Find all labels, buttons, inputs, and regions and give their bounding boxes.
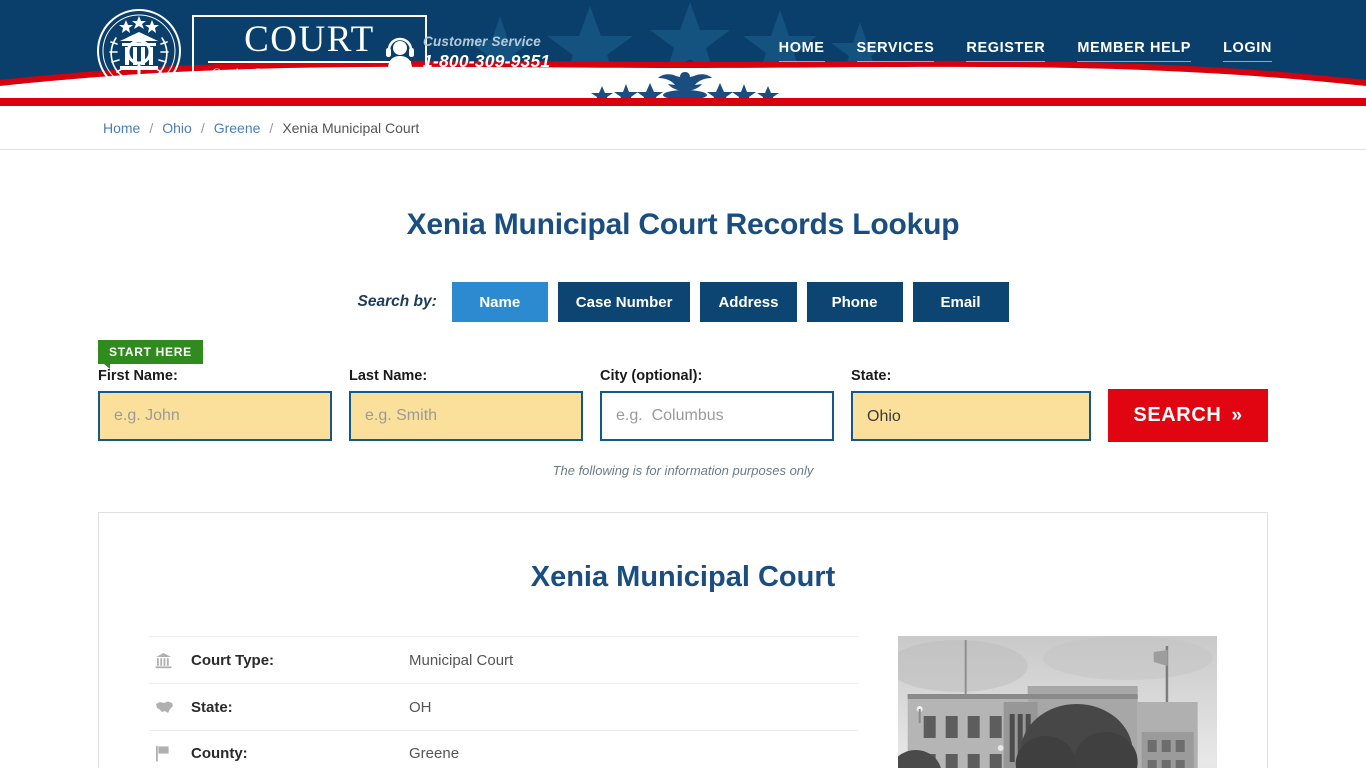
page-title: Xenia Municipal Court Records Lookup <box>0 208 1366 242</box>
first-name-field-group: First Name: <box>98 368 332 441</box>
search-button[interactable]: SEARCH » <box>1108 389 1268 442</box>
tab-phone[interactable]: Phone <box>807 282 903 322</box>
chevron-right-icon: » <box>1231 405 1242 427</box>
us-map-icon <box>155 700 191 715</box>
nav-item-login[interactable]: LOGIN <box>1223 40 1272 62</box>
breadcrumb-separator: / <box>149 120 153 136</box>
nav-item-member-help[interactable]: MEMBER HELP <box>1077 40 1191 62</box>
nav-item-home[interactable]: HOME <box>779 40 825 62</box>
court-info-card: Xenia Municipal Court Court T <box>98 512 1268 768</box>
customer-service-phone[interactable]: 1-800-309-9351 <box>423 51 550 72</box>
detail-row-county: County: Greene <box>149 730 858 768</box>
detail-label-court-type: Court Type: <box>191 652 409 669</box>
state-field-group: State: Ohio <box>851 368 1091 441</box>
breadcrumb-item-current: Xenia Municipal Court <box>282 120 419 136</box>
bank-icon <box>155 652 191 669</box>
detail-label-state: State: <box>191 699 409 716</box>
customer-service-block: Customer Service 1-800-309-9351 <box>386 34 550 72</box>
start-here-badge: START HERE <box>98 340 203 364</box>
breadcrumb-separator: / <box>269 120 273 136</box>
court-card-title: Xenia Municipal Court <box>149 561 1217 594</box>
detail-label-county: County: <box>191 745 409 762</box>
nav-item-register[interactable]: REGISTER <box>966 40 1045 62</box>
search-form: START HERE First Name: Last Name: City (… <box>98 340 1268 441</box>
breadcrumb-item-home[interactable]: Home <box>103 120 140 136</box>
detail-row-state: State: OH <box>149 683 858 730</box>
search-button-label: SEARCH <box>1133 404 1221 427</box>
breadcrumb-item-ohio[interactable]: Ohio <box>162 120 192 136</box>
logo-subtitle: C A S E F I N D E R <box>208 63 411 80</box>
detail-value-state: OH <box>409 699 432 716</box>
site-header: COURT C A S E F I N D E R Customer Servi… <box>0 0 1366 98</box>
city-field-group: City (optional): <box>600 368 834 441</box>
disclaimer-text: The following is for information purpose… <box>0 463 1366 478</box>
search-by-tabs: Search by: Name Case Number Address Phon… <box>0 282 1366 322</box>
first-name-label: First Name: <box>98 368 332 384</box>
logo-title: COURT <box>208 21 411 63</box>
breadcrumb-separator: / <box>201 120 205 136</box>
main-content: Xenia Municipal Court Records Lookup Sea… <box>0 208 1366 768</box>
city-input[interactable] <box>600 391 834 441</box>
breadcrumb-item-greene[interactable]: Greene <box>214 120 261 136</box>
court-building-photo <box>898 636 1217 768</box>
header-red-divider <box>0 98 1366 106</box>
flag-icon <box>155 745 191 762</box>
breadcrumb-bar: Home / Ohio / Greene / Xenia Municipal C… <box>0 106 1366 150</box>
last-name-label: Last Name: <box>349 368 583 384</box>
customer-service-label: Customer Service <box>423 34 550 51</box>
tab-email[interactable]: Email <box>913 282 1009 322</box>
detail-value-county: Greene <box>409 745 459 762</box>
first-name-input[interactable] <box>98 391 332 441</box>
eagle-emblem-icon <box>590 70 780 98</box>
site-logo[interactable]: COURT C A S E F I N D E R <box>96 8 427 94</box>
tab-name[interactable]: Name <box>452 282 548 322</box>
state-label: State: <box>851 368 1091 384</box>
search-by-label: Search by: <box>358 293 437 311</box>
last-name-input[interactable] <box>349 391 583 441</box>
headset-support-icon <box>386 37 414 69</box>
detail-value-court-type: Municipal Court <box>409 652 513 669</box>
tab-address[interactable]: Address <box>700 282 796 322</box>
detail-row-court-type: Court Type: Municipal Court <box>149 636 858 683</box>
court-seal-icon <box>96 8 182 94</box>
breadcrumb: Home / Ohio / Greene / Xenia Municipal C… <box>103 120 419 136</box>
main-navigation: HOME SERVICES REGISTER MEMBER HELP LOGIN <box>779 40 1272 62</box>
city-label: City (optional): <box>600 368 834 384</box>
state-select[interactable]: Ohio <box>851 391 1091 441</box>
tab-case-number[interactable]: Case Number <box>558 282 691 322</box>
court-detail-list: Court Type: Municipal Court State: OH <box>149 636 858 768</box>
nav-item-services[interactable]: SERVICES <box>857 40 935 62</box>
last-name-field-group: Last Name: <box>349 368 583 441</box>
